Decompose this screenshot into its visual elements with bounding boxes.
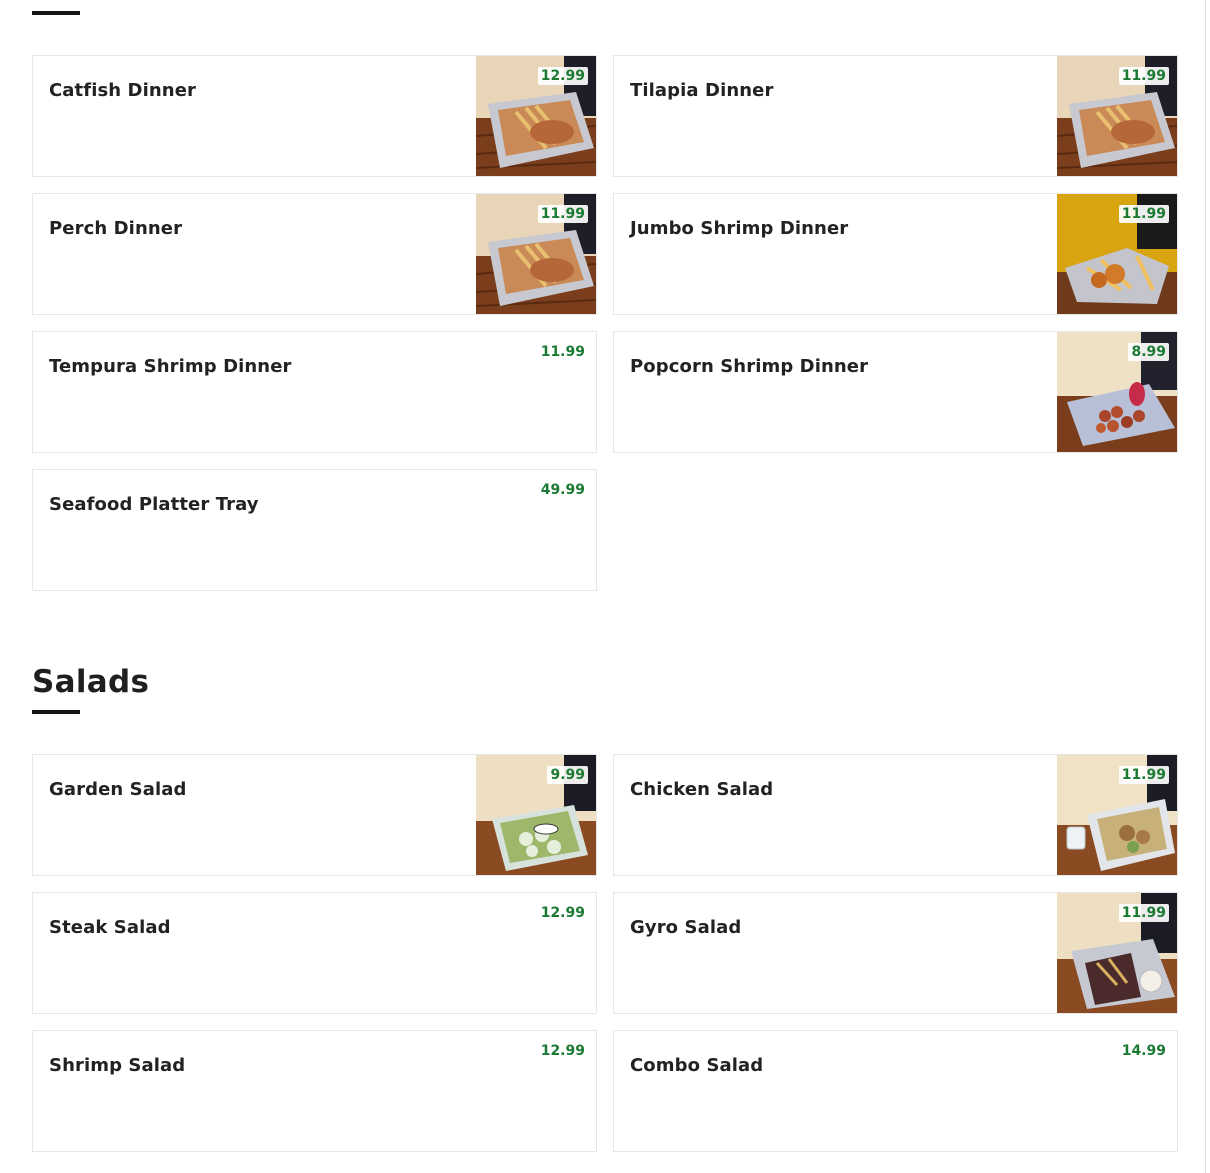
menu-item-name: Steak Salad: [49, 917, 171, 938]
menu-item-name: Tempura Shrimp Dinner: [49, 356, 292, 377]
menu-item-price: 12.99: [537, 67, 588, 85]
menu-item-name: Catfish Dinner: [49, 80, 196, 101]
menu-item-card[interactable]: Perch Dinner 11.99: [32, 193, 597, 315]
menu-item-card[interactable]: Shrimp Salad 12.99: [32, 1030, 597, 1152]
page-edge-divider: [1205, 0, 1206, 1173]
menu-item-price: 11.99: [1118, 205, 1169, 223]
menu-item-price: 11.99: [537, 205, 588, 223]
section-title-salads: Salads: [32, 664, 150, 700]
menu-item-card[interactable]: Gyro Salad 11.99: [613, 892, 1178, 1014]
menu-item-card[interactable]: Seafood Platter Tray 49.99: [32, 469, 597, 591]
menu-item-card[interactable]: Popcorn Shrimp Dinner 8.99: [613, 331, 1178, 453]
menu-item-card[interactable]: Jumbo Shrimp Dinner 11.99: [613, 193, 1178, 315]
menu-item-price: 14.99: [1121, 1043, 1166, 1059]
menu-item-card[interactable]: Combo Salad 14.99: [613, 1030, 1178, 1152]
menu-item-price: 11.99: [540, 344, 585, 360]
menu-item-price: 49.99: [540, 482, 585, 498]
menu-item-card[interactable]: Tempura Shrimp Dinner 11.99: [32, 331, 597, 453]
menu-item-name: Popcorn Shrimp Dinner: [630, 356, 869, 377]
menu-item-name: Seafood Platter Tray: [49, 494, 259, 515]
menu-item-name: Perch Dinner: [49, 218, 183, 239]
menu-item-name: Chicken Salad: [630, 779, 774, 800]
menu-item-price: 8.99: [1128, 343, 1169, 361]
menu-item-card[interactable]: Tilapia Dinner 11.99: [613, 55, 1178, 177]
menu-item-name: Garden Salad: [49, 779, 187, 800]
menu-item-name: Tilapia Dinner: [630, 80, 774, 101]
menu-item-name: Jumbo Shrimp Dinner: [630, 218, 849, 239]
menu-item-card[interactable]: Catfish Dinner 12.99: [32, 55, 597, 177]
menu-item-price: 12.99: [540, 1043, 585, 1059]
section-underline: [32, 11, 80, 15]
section-underline: [32, 710, 80, 714]
menu-item-card[interactable]: Chicken Salad 11.99: [613, 754, 1178, 876]
menu-item-card[interactable]: Steak Salad 12.99: [32, 892, 597, 1014]
menu-item-price: 11.99: [1118, 67, 1169, 85]
menu-item-price: 11.99: [1118, 766, 1169, 784]
menu-item-price: 11.99: [1118, 904, 1169, 922]
menu-item-card[interactable]: Garden Salad 9.99: [32, 754, 597, 876]
menu-item-name: Shrimp Salad: [49, 1055, 186, 1076]
menu-item-price: 9.99: [547, 766, 588, 784]
menu-item-name: Gyro Salad: [630, 917, 742, 938]
menu-item-price: 12.99: [540, 905, 585, 921]
menu-item-name: Combo Salad: [630, 1055, 764, 1076]
